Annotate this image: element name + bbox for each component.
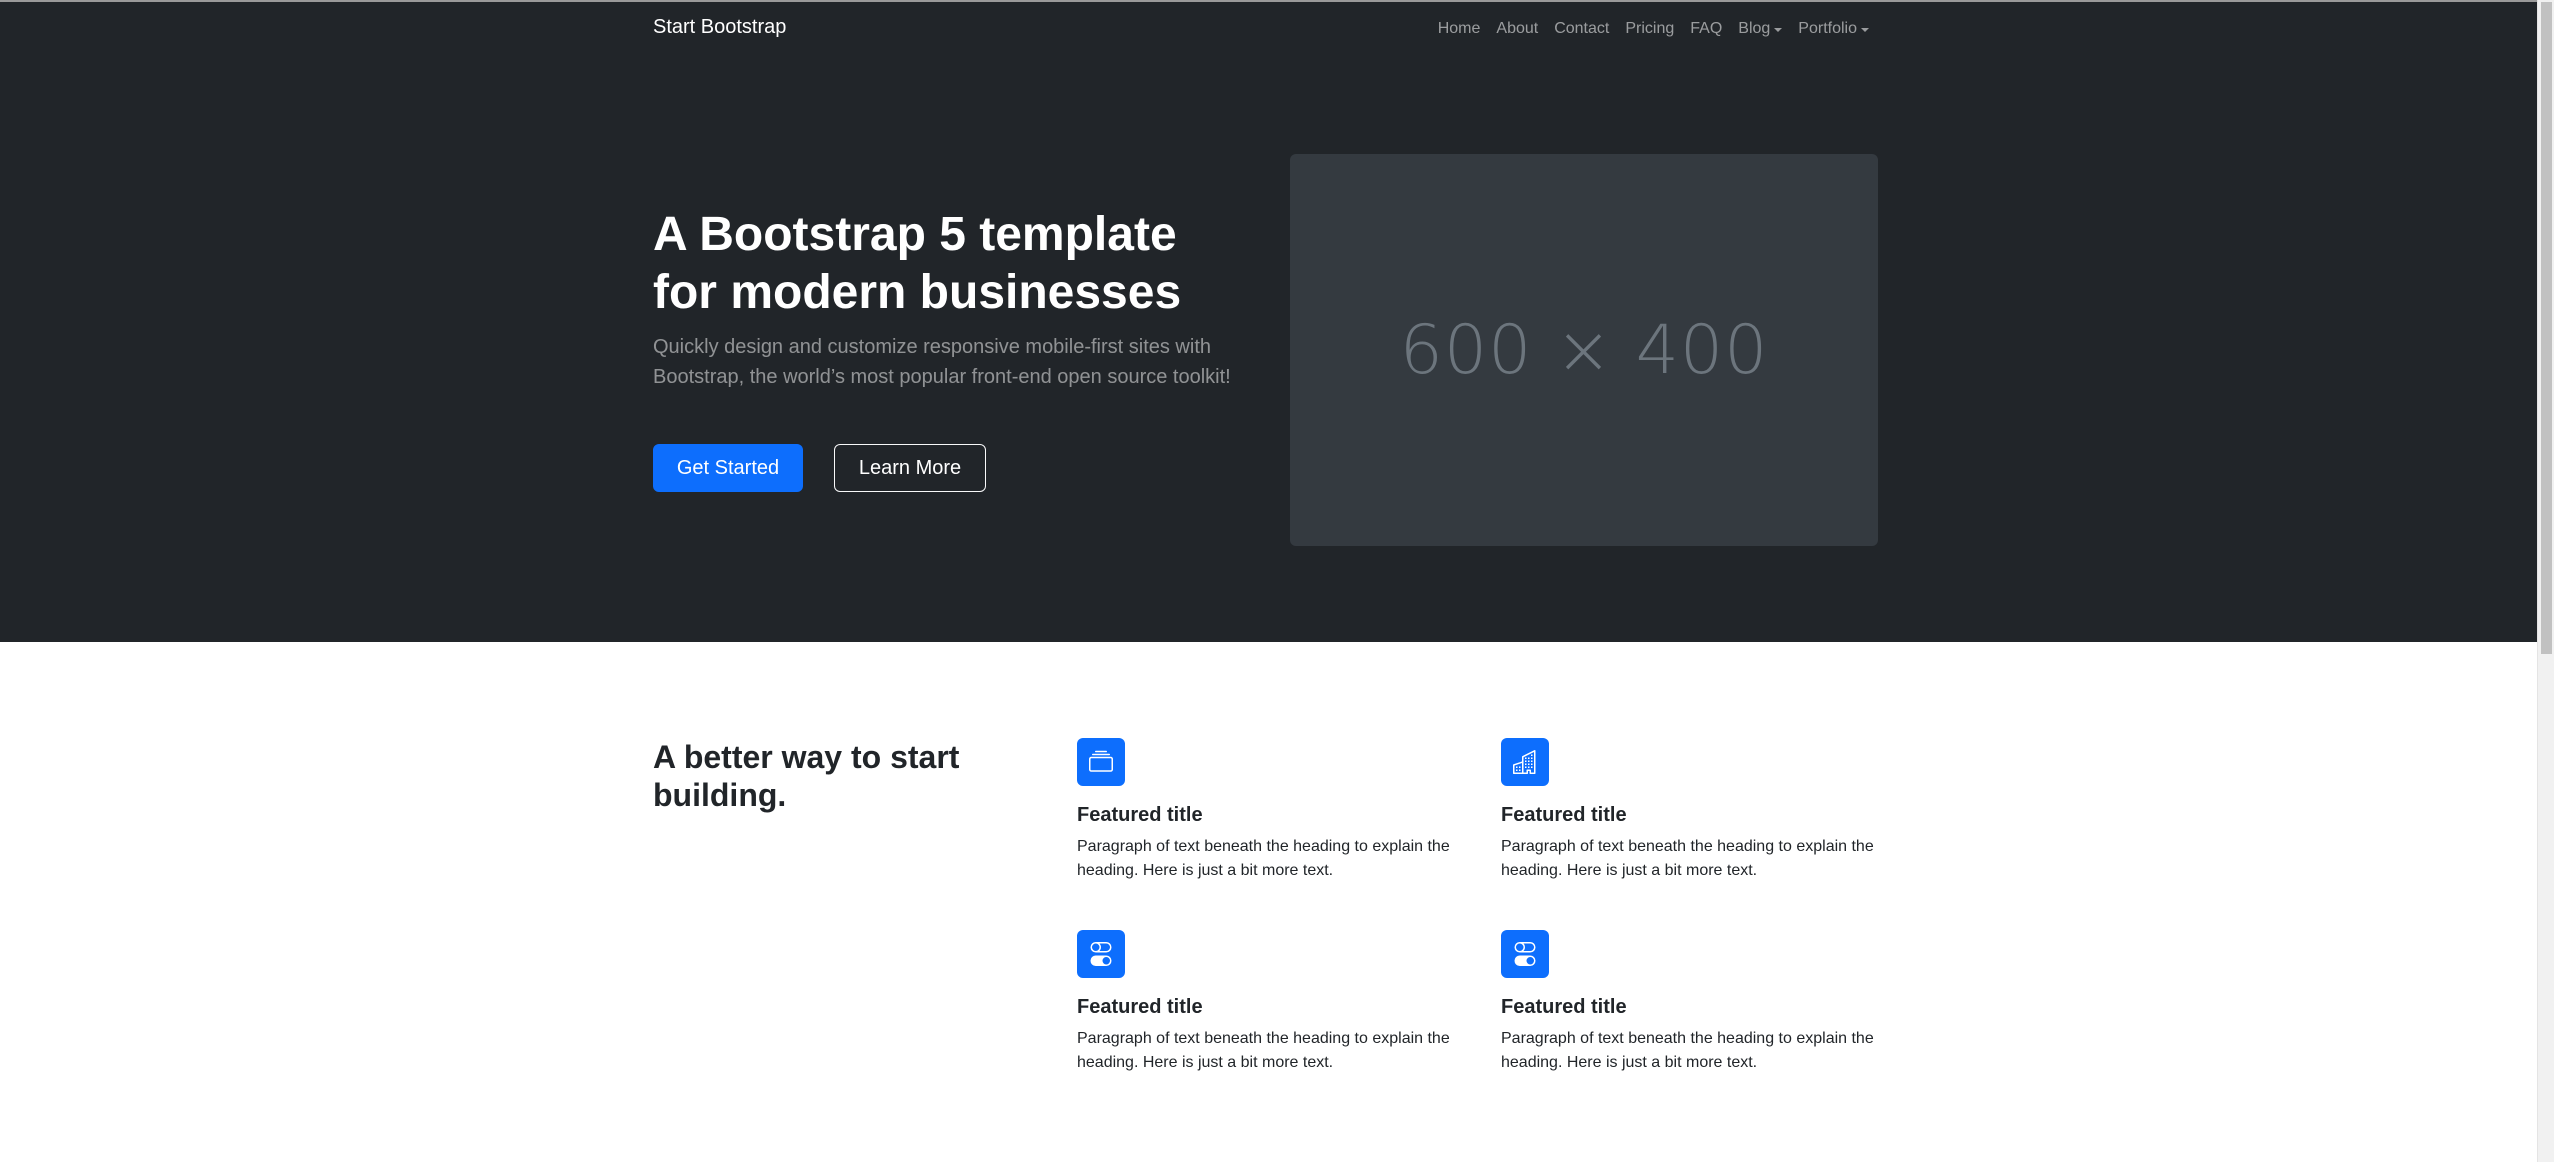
nav-item-about[interactable]: About [1488,18,1546,40]
toggles-icon [1077,930,1125,978]
feature-title: Featured title [1501,996,1627,1018]
hero-lead: Quickly design and customize responsive … [653,336,1231,388]
nav-item-portfolio-dropdown[interactable]: Portfolio [1790,18,1869,40]
get-started-button[interactable]: Get Started [653,444,803,492]
hero-section [0,0,2537,642]
feature-title: Featured title [1077,996,1203,1018]
feature-text: Paragraph of text beneath the heading to… [1501,1030,1874,1071]
nav-item-home[interactable]: Home [1430,18,1489,40]
nav-item-pricing[interactable]: Pricing [1617,18,1682,40]
nav-item-label: About [1496,20,1539,37]
navbar-brand[interactable]: Start Bootstrap [653,16,786,39]
scrollbar-thumb[interactable] [2541,2,2552,654]
nav-item-faq[interactable]: FAQ [1682,18,1730,40]
feature-item: Featured title Paragraph of text beneath… [1501,930,1891,1075]
caret-down-icon [1774,28,1783,32]
page-scrollbar[interactable] [2537,0,2554,1162]
feature-item: Featured title Paragraph of text beneath… [1077,930,1467,1075]
hero-image-placeholder: 600 × 400 [1290,154,1878,546]
feature-text: Paragraph of text beneath the heading to… [1077,838,1450,879]
feature-text: Paragraph of text beneath the heading to… [1077,1030,1450,1071]
feature-text: Paragraph of text beneath the heading to… [1501,838,1874,879]
nav-item-label: Contact [1554,20,1610,37]
feature-item: Featured title Paragraph of text beneath… [1077,738,1467,883]
nav-item-label: Portfolio [1798,20,1857,37]
caret-down-icon [1861,28,1869,32]
nav-item-label: Pricing [1625,20,1675,37]
nav-item-label: FAQ [1690,20,1723,37]
feature-title: Featured title [1501,804,1627,826]
hero-title: A Bootstrap 5 template for modern busine… [653,208,1182,319]
navbar-nav: Home About Contact Pricing FAQ Blog Port… [1430,18,1869,40]
building-icon [1501,738,1549,786]
nav-item-contact[interactable]: Contact [1546,18,1617,40]
learn-more-button[interactable]: Learn More [834,444,986,492]
nav-item-label: Blog [1738,20,1771,37]
feature-item: Featured title Paragraph of text beneath… [1501,738,1891,883]
features-heading: A better way to start building. [653,739,960,813]
nav-item-label: Home [1437,20,1481,37]
placeholder-size-label: 600 × 400 [1399,310,1769,390]
feature-title: Featured title [1077,804,1203,826]
toggles-icon [1501,930,1549,978]
collection-icon [1077,738,1125,786]
nav-item-blog-dropdown[interactable]: Blog [1730,18,1790,40]
